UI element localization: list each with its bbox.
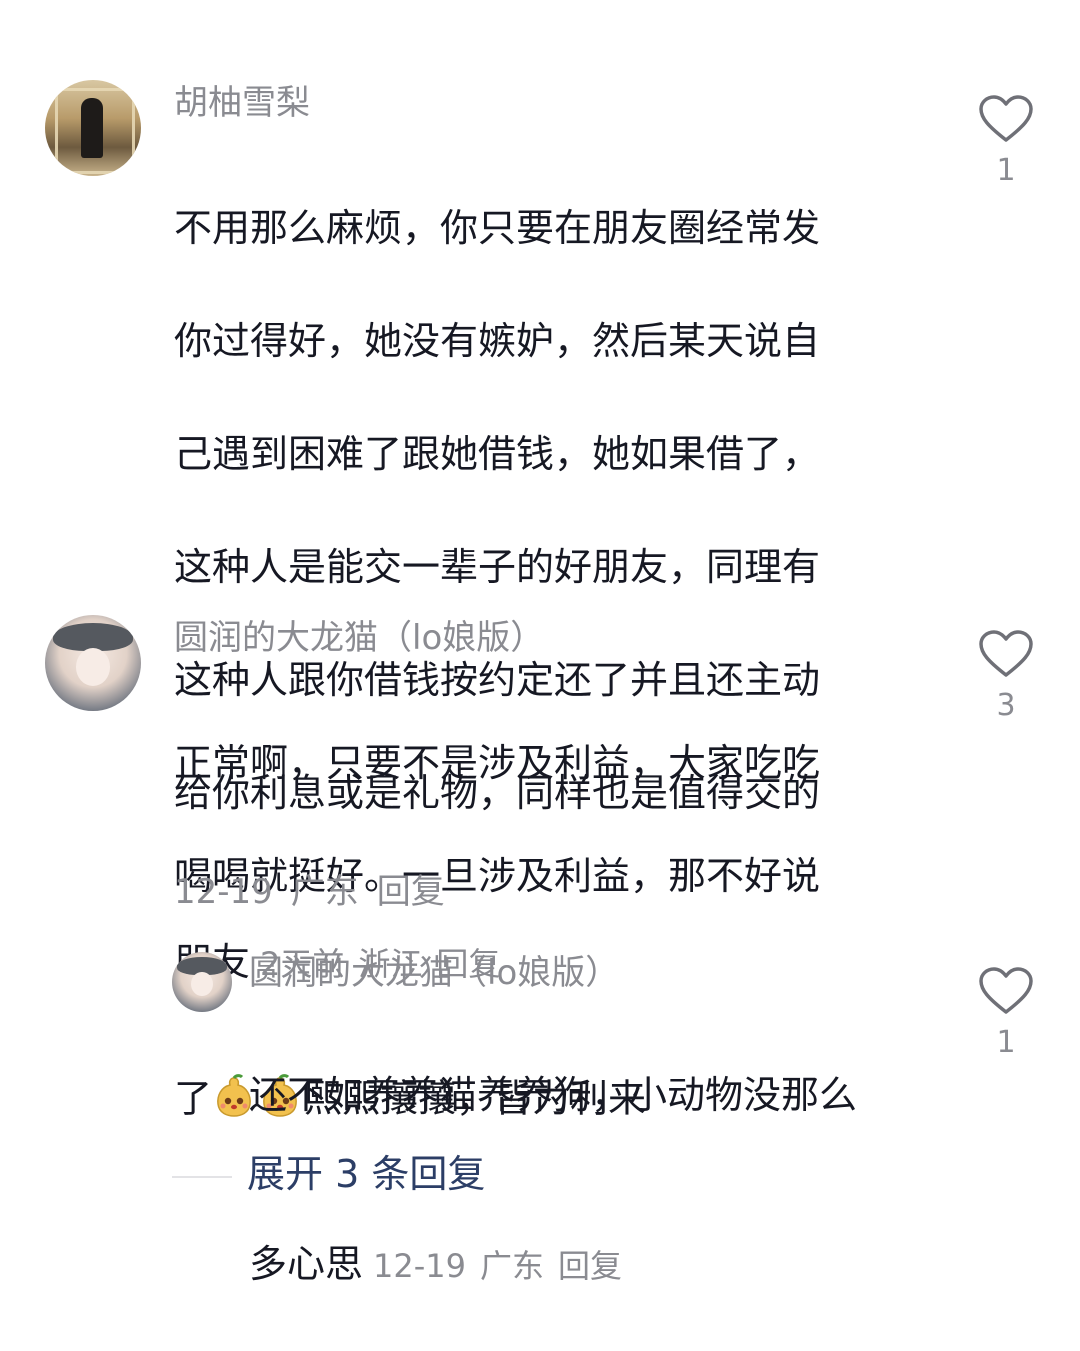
- comment-line: 正常啊，只要不是涉及利益，大家吃吃: [174, 740, 821, 785]
- like-button[interactable]: 1: [975, 966, 1037, 1058]
- comment-location: 广东: [290, 872, 359, 912]
- comment-line: 这种人是能交一辈子的好朋友，同理有: [174, 544, 821, 589]
- like-count: 3: [996, 688, 1016, 723]
- comment-line: 你过得好，她没有嫉妒，然后某天说自: [174, 318, 821, 363]
- heart-outline-icon: [979, 967, 1033, 1014]
- comment-time: 12-19: [174, 872, 273, 912]
- comment-line: 不用那么麻烦，你只要在朋友圈经常发: [174, 205, 821, 250]
- reply-button[interactable]: 回复: [377, 872, 445, 912]
- comment-meta: 12-19 广东 回复: [174, 864, 463, 913]
- reply-time: 12-19: [373, 1247, 466, 1285]
- comment-username[interactable]: 胡柚雪梨: [174, 86, 310, 120]
- expand-replies-button[interactable]: 展开 3 条回复: [247, 1152, 485, 1198]
- heart-outline-icon: [979, 630, 1033, 677]
- avatar[interactable]: [45, 615, 141, 711]
- reply-button[interactable]: 回复: [558, 1247, 622, 1285]
- avatar-face: [191, 972, 213, 997]
- like-button[interactable]: 3: [975, 629, 1037, 721]
- avatar[interactable]: [45, 80, 141, 176]
- reply-line-text: 多心思: [249, 1242, 364, 1286]
- like-button[interactable]: 1: [975, 94, 1037, 186]
- like-count: 1: [996, 1025, 1016, 1060]
- avatar-face: [75, 647, 111, 687]
- reply-location: 广东: [480, 1247, 545, 1285]
- reply-meta: 12-19 广东 回复: [373, 1247, 636, 1285]
- expand-divider: [172, 1176, 232, 1178]
- reply-username[interactable]: 圆润的大龙猫（lo娘版）: [249, 956, 619, 990]
- avatar-figure: [81, 98, 103, 158]
- comment-line-text: 了: [174, 1076, 213, 1121]
- comment-line: 己遇到困难了跟她借钱，她如果借了，: [174, 431, 821, 476]
- heart-outline-icon: [979, 95, 1033, 142]
- comment-username[interactable]: 圆润的大龙猫（lo娘版）: [174, 621, 544, 655]
- avatar[interactable]: [172, 952, 232, 1012]
- reply-line: 还不如养养猫养养狗，小动物没那么: [249, 1072, 858, 1117]
- like-count: 1: [996, 153, 1016, 188]
